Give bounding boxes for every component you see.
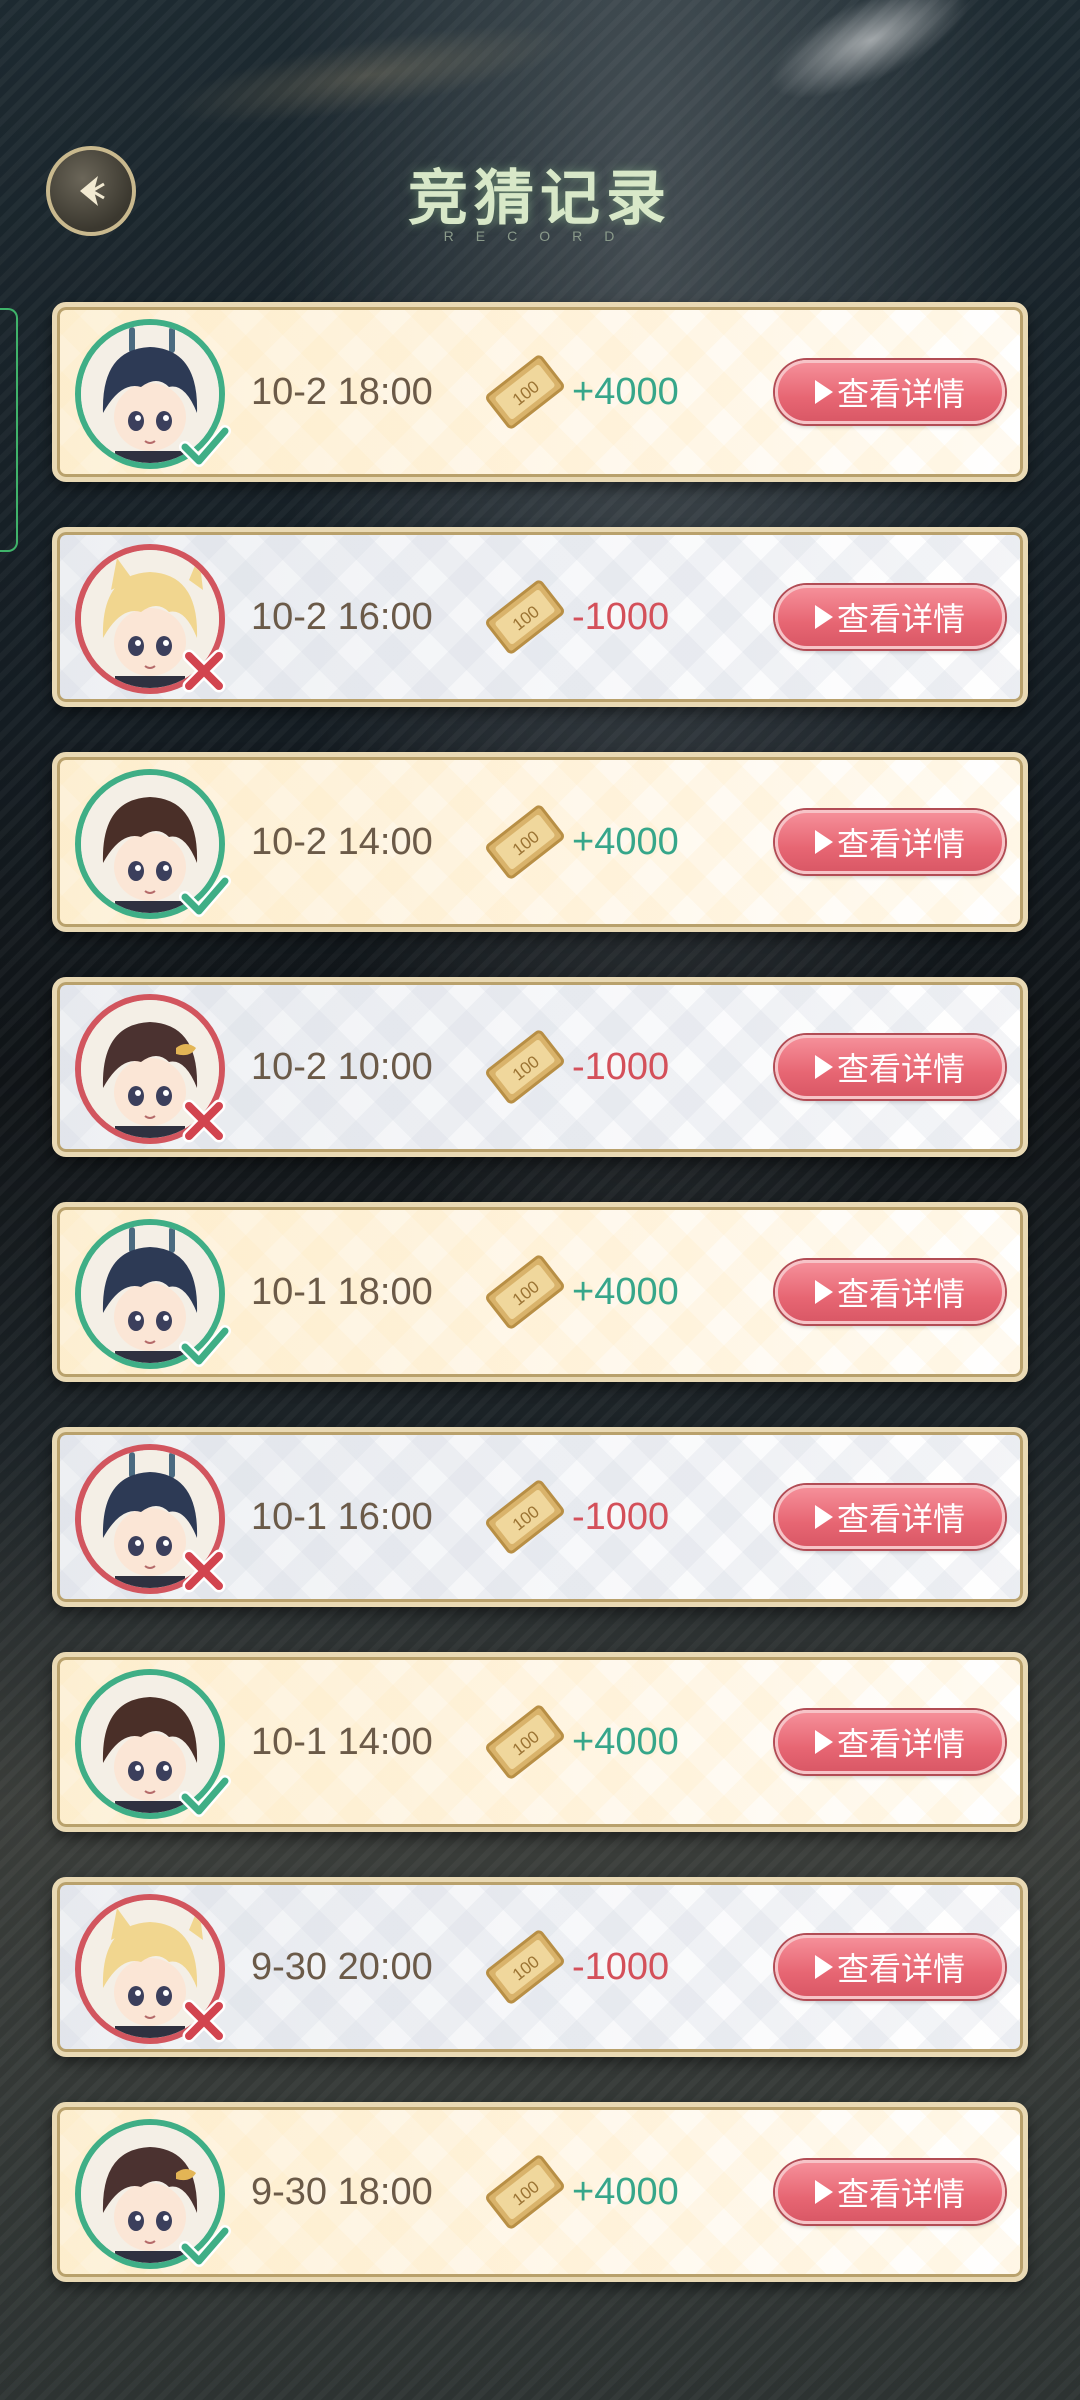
ticket-100-icon: 100 — [486, 1030, 564, 1104]
view-details-label: 查看详情 — [836, 826, 965, 862]
record-time: 9-30 20:00 — [251, 1945, 433, 1988]
ticket-100-icon: 100 — [486, 2155, 564, 2229]
view-details-button[interactable]: 查看详情 — [775, 1935, 1005, 1999]
ticket-100-icon: 100 — [486, 580, 564, 654]
play-icon — [814, 1280, 833, 1304]
character-avatar — [75, 1894, 226, 2044]
view-details-label: 查看详情 — [836, 1726, 965, 1762]
record-card: 10-1 18:00 100 +4000 查看详情 — [52, 1202, 1028, 1382]
checkmark-icon — [179, 425, 231, 467]
character-avatar — [75, 544, 226, 694]
play-icon — [814, 380, 833, 404]
record-card: 10-2 14:00 100 +4000 查看详情 — [52, 752, 1028, 932]
view-details-button[interactable]: 查看详情 — [775, 810, 1005, 874]
character-avatar — [75, 1669, 231, 1819]
record-card: 10-2 10:00 100 -1000 查看详情 — [52, 977, 1028, 1157]
record-card: 10-1 14:00 100 +4000 查看详情 — [52, 1652, 1028, 1832]
view-details-label: 查看详情 — [836, 376, 965, 412]
checkmark-icon — [179, 1775, 231, 1817]
view-details-label: 查看详情 — [836, 2176, 965, 2212]
character-avatar — [75, 2119, 231, 2269]
view-details-button[interactable]: 查看详情 — [775, 585, 1005, 649]
record-time: 10-2 14:00 — [251, 820, 433, 863]
view-details-label: 查看详情 — [836, 601, 965, 637]
play-icon — [814, 1505, 833, 1529]
record-time: 10-1 18:00 — [251, 1270, 433, 1313]
play-icon — [814, 2180, 833, 2204]
record-amount: -1000 — [572, 1045, 670, 1088]
view-details-button[interactable]: 查看详情 — [775, 1035, 1005, 1099]
view-details-label: 查看详情 — [836, 1276, 965, 1312]
ticket-100-icon: 100 — [486, 1705, 564, 1779]
play-icon — [814, 830, 833, 854]
record-time: 9-30 18:00 — [251, 2170, 433, 2213]
cross-icon — [182, 1549, 226, 1593]
page-subtitle: RECORD — [443, 228, 637, 244]
checkmark-icon — [179, 1325, 231, 1367]
play-icon — [814, 1055, 833, 1079]
record-amount: -1000 — [572, 1945, 670, 1988]
ticket-100-icon: 100 — [486, 355, 564, 429]
view-details-button[interactable]: 查看详情 — [775, 360, 1005, 424]
record-amount: +4000 — [572, 1270, 679, 1313]
record-time: 10-2 10:00 — [251, 1045, 433, 1088]
ticket-100-icon: 100 — [486, 1930, 564, 2004]
record-amount: +4000 — [572, 820, 679, 863]
record-amount: -1000 — [572, 595, 670, 638]
character-avatar — [75, 994, 226, 1144]
character-avatar — [75, 1219, 231, 1369]
view-details-button[interactable]: 查看详情 — [775, 1710, 1005, 1774]
record-amount: +4000 — [572, 370, 679, 413]
background-glow — [157, 4, 583, 146]
view-details-button[interactable]: 查看详情 — [775, 2160, 1005, 2224]
record-time: 10-2 16:00 — [251, 595, 433, 638]
record-time: 10-1 14:00 — [251, 1720, 433, 1763]
ticket-100-icon: 100 — [486, 805, 564, 879]
cross-icon — [182, 1099, 226, 1143]
play-icon — [814, 1955, 833, 1979]
record-card: 9-30 20:00 100 -1000 查看详情 — [52, 1877, 1028, 2057]
view-details-button[interactable]: 查看详情 — [775, 1260, 1005, 1324]
cross-icon — [182, 649, 226, 693]
record-amount: +4000 — [572, 2170, 679, 2213]
play-icon — [814, 605, 833, 629]
view-details-label: 查看详情 — [836, 1501, 965, 1537]
ticket-100-icon: 100 — [486, 1480, 564, 1554]
record-amount: +4000 — [572, 1720, 679, 1763]
record-card: 10-2 16:00 100 -1000 查看详情 — [52, 527, 1028, 707]
record-amount: -1000 — [572, 1495, 670, 1538]
cross-icon — [182, 1999, 226, 2043]
view-details-button[interactable]: 查看详情 — [775, 1485, 1005, 1549]
view-details-label: 查看详情 — [836, 1951, 965, 1987]
checkmark-icon — [179, 875, 231, 917]
ticket-100-icon: 100 — [486, 1255, 564, 1329]
record-card: 10-2 18:00 100 +4000 查看详情 — [52, 302, 1028, 482]
page-title: 竞猜记录 — [408, 165, 672, 232]
record-time: 10-1 16:00 — [251, 1495, 433, 1538]
character-avatar — [75, 319, 231, 469]
record-card: 9-30 18:00 100 +4000 查看详情 — [52, 2102, 1028, 2282]
character-avatar — [75, 769, 231, 919]
view-details-label: 查看详情 — [836, 1051, 965, 1087]
record-time: 10-2 18:00 — [251, 370, 433, 413]
checkmark-icon — [179, 2225, 231, 2267]
background-glow — [753, 0, 987, 123]
play-icon — [814, 1730, 833, 1754]
character-avatar — [75, 1444, 226, 1594]
side-tab-edge[interactable] — [0, 308, 18, 552]
record-card: 10-1 16:00 100 -1000 查看详情 — [52, 1427, 1028, 1607]
